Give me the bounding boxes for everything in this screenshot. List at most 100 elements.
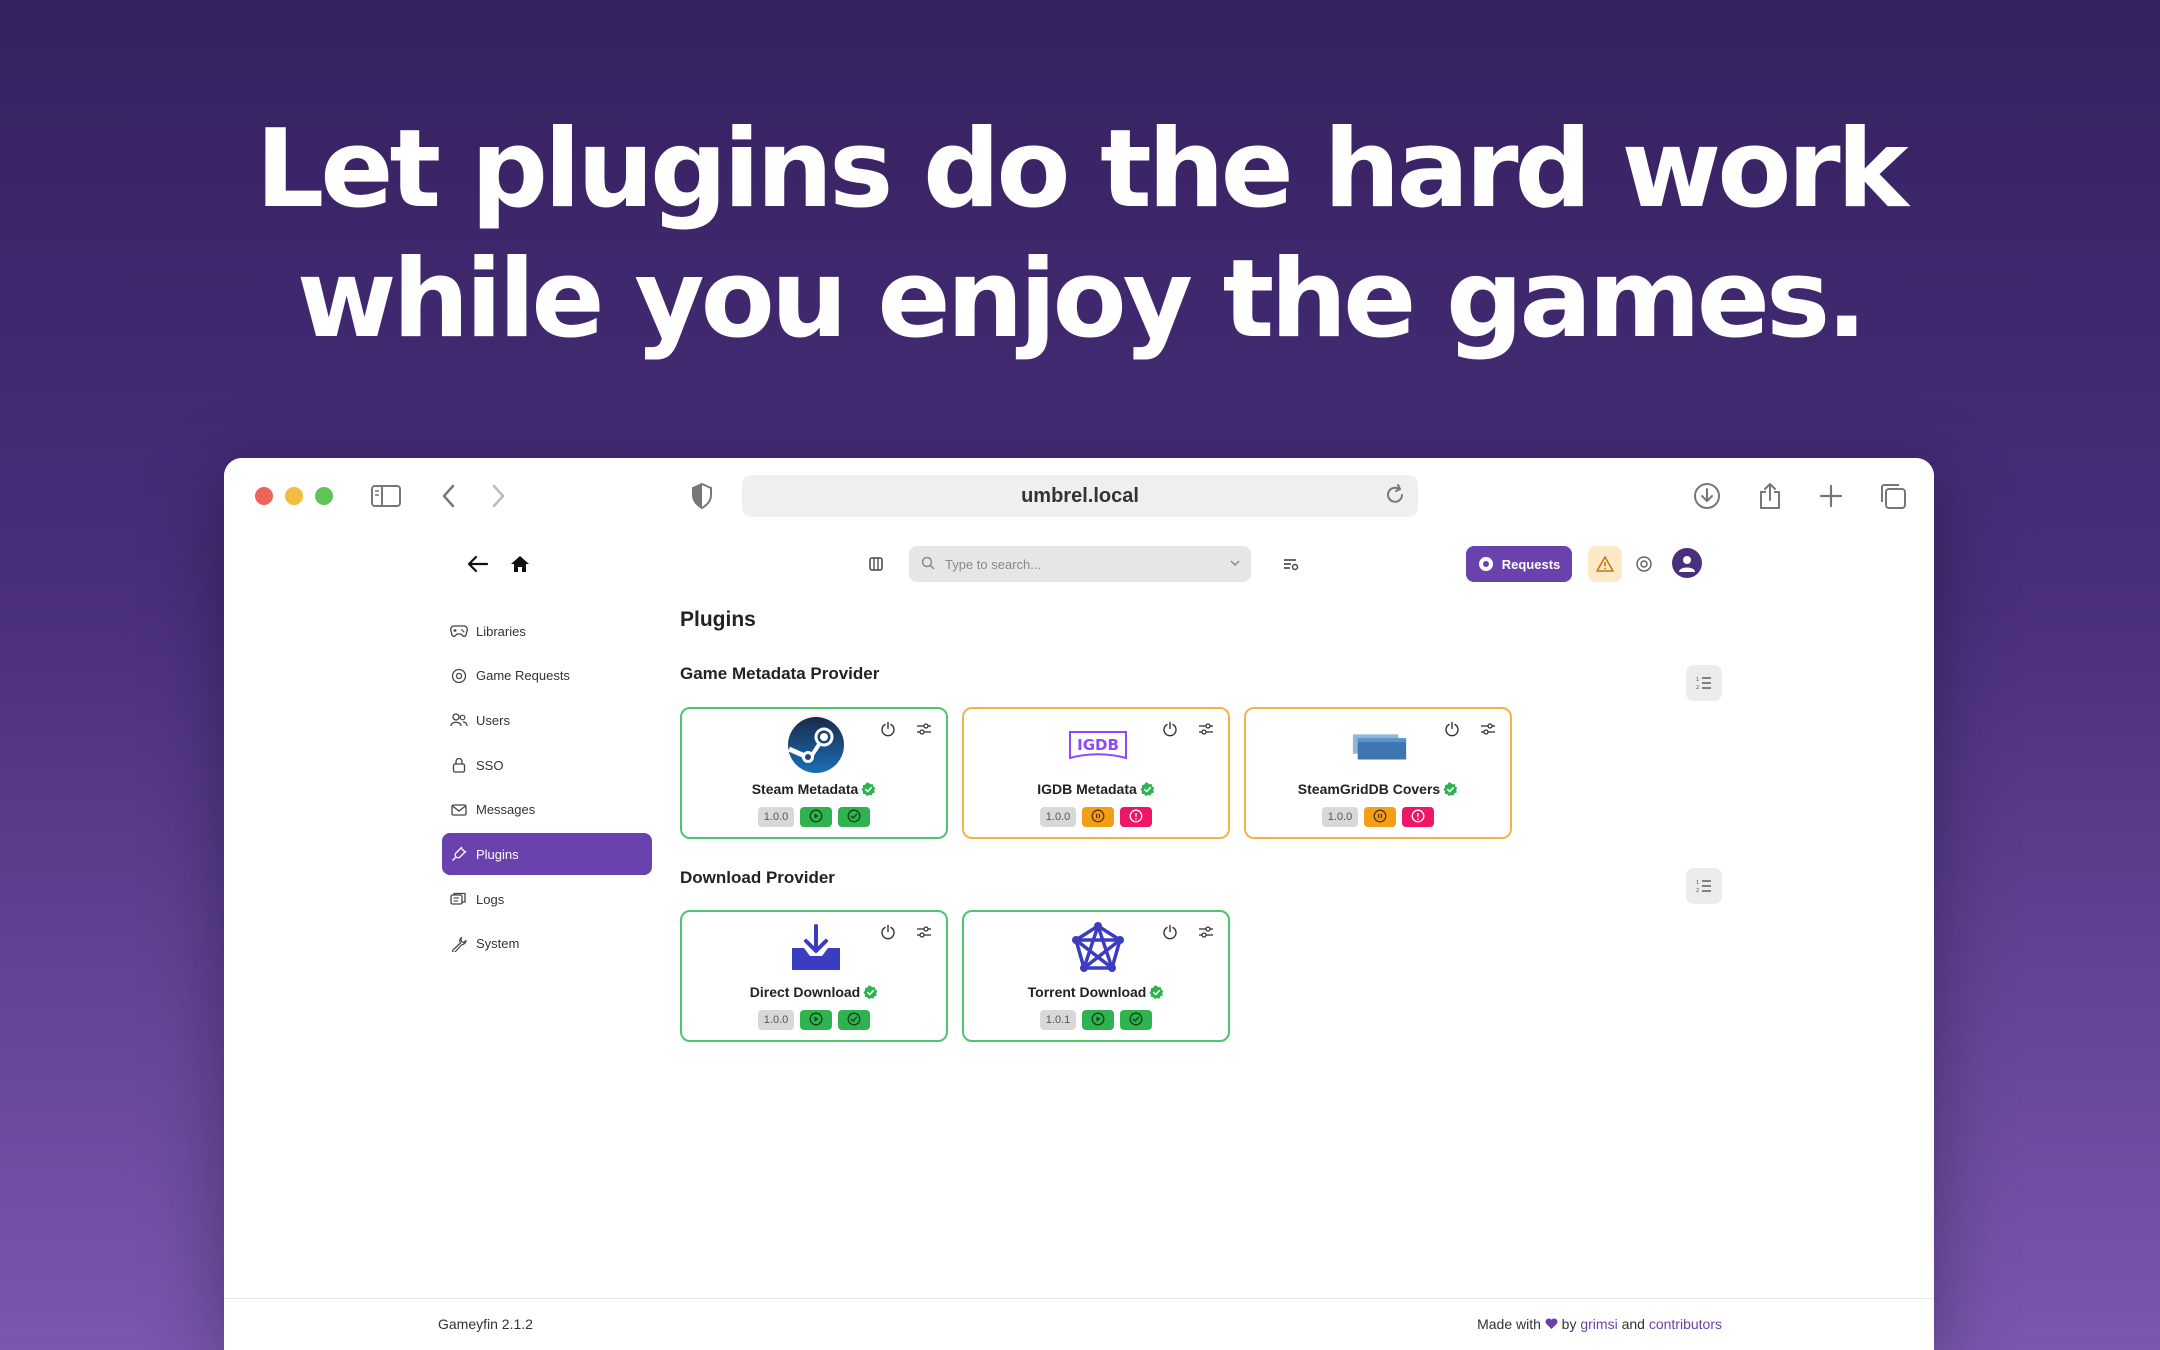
plus-icon[interactable] <box>1815 480 1847 512</box>
sort-button-metadata[interactable]: 12 <box>1686 665 1722 701</box>
chevron-down-icon[interactable] <box>1229 557 1241 572</box>
back-arrow-icon[interactable] <box>462 548 494 580</box>
url-text: umbrel.local <box>1021 484 1139 507</box>
plugin-name-text: Direct Download <box>749 984 861 1000</box>
verified-icon <box>1440 781 1458 797</box>
pause-circle-icon <box>1091 809 1105 826</box>
shield-icon[interactable] <box>686 480 718 512</box>
sidebar-item-system[interactable]: System <box>442 923 652 965</box>
sidebar-item-label: Plugins <box>476 846 519 862</box>
version-badge: 1.0.0 <box>1322 807 1358 827</box>
lock-icon <box>450 756 468 774</box>
sidebar-item-messages[interactable]: Messages <box>442 789 652 831</box>
settings-sliders-icon[interactable] <box>914 922 934 942</box>
user-icon <box>1679 556 1695 572</box>
sidebar-item-label: Game Requests <box>476 668 570 684</box>
plugin-card-steamgriddb-covers[interactable]: SteamGridDB Covers 1.0.0 <box>1244 707 1512 839</box>
sidebar-item-label: System <box>476 936 520 952</box>
warning-icon <box>1596 556 1614 572</box>
sidebar-item-label: Logs <box>476 891 505 907</box>
home-icon[interactable] <box>504 548 536 580</box>
play-circle-icon <box>1091 1012 1105 1029</box>
sort-button-download[interactable]: 12 <box>1686 868 1722 904</box>
request-icon <box>1478 557 1493 571</box>
plugin-name: Steam Metadata <box>682 781 946 797</box>
close-window-button[interactable] <box>255 487 273 505</box>
svg-text:1: 1 <box>1696 677 1699 683</box>
svg-text:IGDB: IGDB <box>1077 736 1119 754</box>
page-title: Plugins <box>680 608 756 631</box>
made-with-text: Made with <box>1477 1316 1541 1332</box>
plugin-badges: 1.0.1 <box>964 1010 1228 1030</box>
grid-view-icon[interactable] <box>860 548 892 580</box>
author-link[interactable]: grimsi <box>1580 1316 1617 1332</box>
app-header: Type to search... Requests <box>224 534 1934 614</box>
back-chevron-icon[interactable] <box>433 480 465 512</box>
verified-icon <box>858 781 876 797</box>
plugin-name: Torrent Download <box>964 984 1228 1000</box>
section-title-metadata: Game Metadata Provider <box>680 664 880 683</box>
pause-circle-icon <box>1373 809 1387 826</box>
advanced-search-icon[interactable] <box>1275 548 1307 580</box>
sidebar-item-libraries[interactable]: Libraries <box>442 610 652 652</box>
download-icon[interactable] <box>1691 480 1723 512</box>
sidebar-item-label: Users <box>476 712 510 728</box>
running-status-badge <box>800 807 832 827</box>
healthy-status-badge <box>1120 1010 1152 1030</box>
sidebar-icon[interactable] <box>370 480 402 512</box>
plugin-badges: 1.0.0 <box>1246 807 1510 827</box>
heart-icon <box>1545 1318 1558 1329</box>
plugin-card-torrent-download[interactable]: Torrent Download 1.0.1 <box>962 910 1230 1042</box>
power-icon[interactable] <box>1160 719 1180 739</box>
settings-sliders-icon[interactable] <box>1478 719 1498 739</box>
play-circle-icon <box>809 1012 823 1029</box>
alert-circle-icon <box>1129 809 1143 826</box>
plugin-badges: 1.0.0 <box>964 807 1228 827</box>
plugin-badges: 1.0.0 <box>682 1010 946 1030</box>
sort-list-icon: 12 <box>1696 880 1711 893</box>
search-input[interactable]: Type to search... <box>909 546 1251 582</box>
forward-chevron-icon[interactable] <box>482 480 514 512</box>
minimize-window-button[interactable] <box>285 487 303 505</box>
sidebar-item-users[interactable]: Users <box>442 699 652 741</box>
power-icon[interactable] <box>1160 922 1180 942</box>
plugin-badges: 1.0.0 <box>682 807 946 827</box>
error-status-badge <box>1120 807 1152 827</box>
power-icon[interactable] <box>1442 719 1462 739</box>
sidebar-item-logs[interactable]: Logs <box>442 878 652 920</box>
requests-label: Requests <box>1501 556 1561 572</box>
reload-icon[interactable] <box>1384 484 1408 508</box>
contributors-link[interactable]: contributors <box>1649 1316 1722 1332</box>
power-icon[interactable] <box>878 922 898 942</box>
settings-sliders-icon[interactable] <box>914 719 934 739</box>
healthy-status-badge <box>838 1010 870 1030</box>
plugin-card-steam-metadata[interactable]: Steam Metadata 1.0.0 <box>680 707 948 839</box>
settings-sliders-icon[interactable] <box>1196 922 1216 942</box>
paused-status-badge <box>1364 807 1396 827</box>
sidebar-item-sso[interactable]: SSO <box>442 744 652 786</box>
plugin-card-direct-download[interactable]: Direct Download 1.0.0 <box>680 910 948 1042</box>
warning-button[interactable] <box>1588 546 1622 582</box>
version-badge: 1.0.1 <box>1040 1010 1076 1030</box>
tabs-icon[interactable] <box>1877 480 1909 512</box>
maximize-window-button[interactable] <box>315 487 333 505</box>
settings-sliders-icon[interactable] <box>1196 719 1216 739</box>
requests-button[interactable]: Requests <box>1466 546 1572 582</box>
sort-list-icon: 12 <box>1696 677 1711 690</box>
footer: Gameyfin 2.1.2 Made with by grimsi and c… <box>224 1298 1934 1350</box>
share-icon[interactable] <box>1754 480 1786 512</box>
sidebar-item-game-requests[interactable]: Game Requests <box>442 655 652 697</box>
avatar[interactable] <box>1672 548 1702 578</box>
running-status-badge <box>1082 1010 1114 1030</box>
plugin-name-text: Torrent Download <box>1027 984 1147 1000</box>
activity-icon[interactable] <box>1628 548 1660 580</box>
check-circle-icon <box>847 1012 861 1029</box>
igdb-logo-icon: IGDB <box>1068 715 1128 775</box>
power-icon[interactable] <box>878 719 898 739</box>
url-bar[interactable]: umbrel.local <box>742 475 1418 517</box>
plugin-name-text: SteamGridDB Covers <box>1297 781 1441 797</box>
hero-line-2: while you enjoy the games. <box>296 237 1868 362</box>
sidebar-item-plugins[interactable]: Plugins <box>442 833 652 876</box>
verified-icon <box>860 984 878 1000</box>
plugin-card-igdb-metadata[interactable]: IGDB IGDB Metadata 1.0.0 <box>962 707 1230 839</box>
